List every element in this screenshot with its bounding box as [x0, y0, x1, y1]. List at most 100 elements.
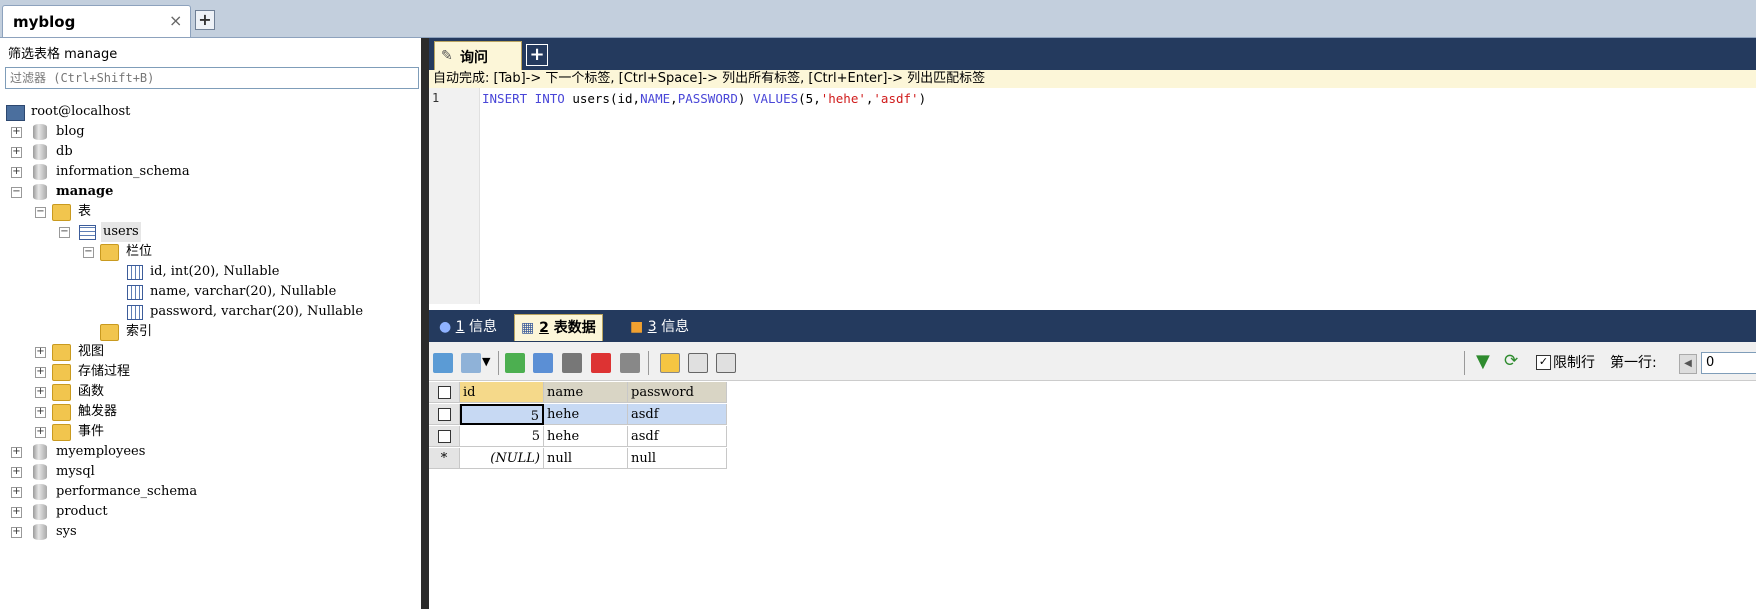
table-cell[interactable]: asdf [628, 404, 727, 425]
db-label: information_schema [56, 164, 190, 179]
table-cell[interactable]: 5 [460, 404, 544, 425]
db-label: db [56, 144, 73, 159]
collapse-icon[interactable]: − [11, 187, 22, 198]
collapse-icon[interactable]: − [83, 247, 94, 258]
expand-icon[interactable]: + [11, 127, 22, 138]
document-tab-myblog[interactable]: myblog × [2, 5, 191, 37]
table-cell[interactable]: null [544, 448, 628, 469]
folder-label: 栏位 [126, 244, 153, 259]
insert-row-icon[interactable] [433, 353, 453, 373]
database-icon [33, 524, 47, 540]
filter-icon[interactable]: ▼ [1476, 351, 1490, 372]
sql-editor[interactable] [429, 88, 1756, 304]
add-row-icon[interactable] [505, 353, 525, 373]
tab-number: 1 [455, 319, 465, 335]
table-cell[interactable]: (NULL) [460, 448, 544, 469]
db-label: manage [56, 184, 114, 199]
checkbox-icon [437, 386, 451, 399]
folder-label: 事件 [78, 424, 105, 439]
grid-view-icon[interactable] [660, 353, 680, 373]
folder-label: 函数 [78, 384, 105, 399]
db-label: myemployees [56, 444, 146, 459]
table-cell[interactable]: asdf [628, 426, 727, 447]
expand-icon[interactable]: + [11, 147, 22, 158]
column-label: id, int(20), Nullable [150, 264, 280, 279]
chevron-down-icon[interactable]: ▼ [482, 355, 490, 368]
folder-icon [52, 424, 71, 441]
first-row-input[interactable]: 0 [1701, 352, 1756, 374]
database-icon [33, 144, 47, 160]
column-label: password, varchar(20), Nullable [150, 304, 364, 319]
column-icon [127, 265, 143, 280]
server-icon [6, 105, 25, 121]
toolbar-separator [1464, 351, 1465, 375]
limit-rows-checkbox[interactable]: ✓ [1536, 355, 1551, 370]
expand-icon[interactable]: + [11, 507, 22, 518]
tab-number: 3 [647, 319, 657, 335]
folder-label: 存储过程 [78, 364, 131, 379]
column-header-name[interactable]: name [544, 382, 628, 403]
info-icon: ● [439, 319, 452, 335]
folder-icon [100, 244, 119, 261]
tab-table-data[interactable]: ▦ 2 表数据 [514, 314, 603, 341]
checkbox-icon [437, 408, 451, 421]
row-checkbox[interactable] [429, 404, 460, 425]
sql-text-fragment: ) [737, 91, 753, 106]
editor-gutter [429, 88, 480, 304]
table-cell[interactable]: hehe [544, 404, 628, 425]
table-cell[interactable]: null [628, 448, 727, 469]
expand-icon[interactable]: + [35, 407, 46, 418]
text-view-icon[interactable] [716, 353, 736, 373]
export-icon[interactable] [461, 353, 481, 373]
expand-icon[interactable]: + [35, 387, 46, 398]
toolbar-separator [498, 351, 499, 375]
cancel-icon[interactable] [620, 353, 640, 373]
filter-input[interactable]: 过滤器 (Ctrl+Shift+B) [5, 67, 419, 89]
column-header-id[interactable]: id [460, 382, 544, 403]
expand-icon[interactable]: + [11, 487, 22, 498]
previous-page-icon[interactable]: ◀ [1679, 354, 1697, 374]
document-tab-bar [0, 0, 1756, 38]
tab-query[interactable]: ✎ 询问 [434, 41, 522, 71]
sql-text[interactable]: INSERT INTO users(id,NAME,PASSWORD) VALU… [482, 91, 926, 106]
database-icon [33, 504, 47, 520]
database-icon [33, 164, 47, 180]
column-header-password[interactable]: password [628, 382, 727, 403]
expand-icon[interactable]: + [11, 167, 22, 178]
form-view-icon[interactable] [688, 353, 708, 373]
expand-icon[interactable]: + [35, 347, 46, 358]
new-document-tab-button[interactable]: + [195, 10, 215, 30]
expand-icon[interactable]: + [11, 447, 22, 458]
panel-splitter[interactable] [421, 38, 429, 609]
folder-icon [52, 344, 71, 361]
expand-icon[interactable]: + [35, 427, 46, 438]
save-icon[interactable] [562, 353, 582, 373]
line-number: 1 [432, 91, 440, 105]
column-icon [127, 305, 143, 320]
new-query-tab-button[interactable]: + [526, 44, 548, 66]
toolbar-separator [648, 351, 649, 375]
tab-label: 信息 [661, 319, 690, 335]
row-checkbox[interactable] [429, 426, 460, 447]
expand-icon[interactable]: + [11, 527, 22, 538]
folder-label: 表 [78, 204, 92, 219]
expand-icon[interactable]: + [11, 467, 22, 478]
table-cell[interactable]: hehe [544, 426, 628, 447]
refresh-icon[interactable]: ⟳ [1504, 351, 1518, 371]
collapse-icon[interactable]: − [59, 227, 70, 238]
collapse-icon[interactable]: − [35, 207, 46, 218]
table-cell[interactable]: 5 [460, 426, 544, 447]
checkbox-icon [437, 430, 451, 443]
folder-label: 视图 [78, 344, 105, 359]
duplicate-row-icon[interactable] [533, 353, 553, 373]
folder-icon [52, 384, 71, 401]
sql-keyword: PASSWORD [677, 91, 738, 106]
db-label: blog [56, 124, 85, 139]
sql-text-fragment: users(id, [564, 91, 641, 106]
delete-icon[interactable] [591, 353, 611, 373]
expand-icon[interactable]: + [35, 367, 46, 378]
tab-info-3[interactable]: ■ 3 信息 [624, 314, 695, 340]
tab-info-1[interactable]: ● 1 信息 [433, 314, 503, 340]
select-all-checkbox[interactable] [429, 382, 460, 403]
close-icon[interactable]: × [169, 11, 182, 30]
